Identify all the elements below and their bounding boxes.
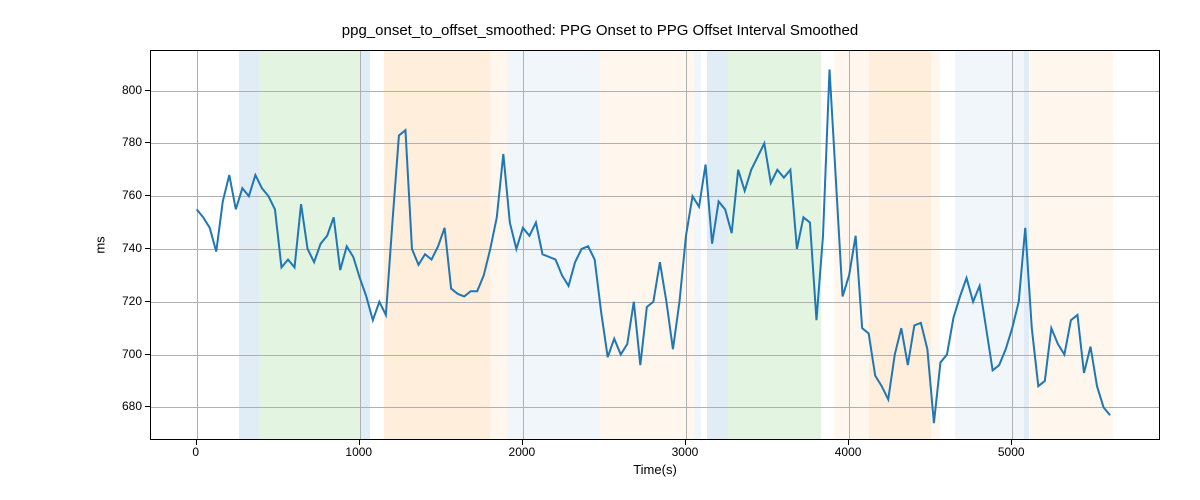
y-tick-label: 680 [122, 399, 142, 413]
y-tick-mark [145, 354, 150, 355]
y-tick-label: 800 [122, 83, 142, 97]
x-tick-label: 4000 [835, 445, 862, 459]
y-tick-mark [145, 195, 150, 196]
x-tick-mark [359, 440, 360, 445]
x-tick-mark [196, 440, 197, 445]
y-axis-label: ms [93, 236, 108, 253]
x-tick-label: 1000 [345, 445, 372, 459]
y-tick-label: 700 [122, 347, 142, 361]
y-tick-mark [145, 248, 150, 249]
x-axis-label: Time(s) [633, 462, 677, 477]
y-tick-label: 740 [122, 241, 142, 255]
chart-title: ppg_onset_to_offset_smoothed: PPG Onset … [342, 22, 858, 39]
x-tick-mark [848, 440, 849, 445]
y-tick-mark [145, 142, 150, 143]
x-tick-label: 5000 [998, 445, 1025, 459]
y-tick-mark [145, 90, 150, 91]
y-tick-mark [145, 406, 150, 407]
x-tick-mark [685, 440, 686, 445]
y-tick-label: 720 [122, 294, 142, 308]
y-tick-mark [145, 301, 150, 302]
x-tick-label: 2000 [509, 445, 536, 459]
x-tick-mark [1011, 440, 1012, 445]
y-tick-label: 780 [122, 135, 142, 149]
plot-area [150, 50, 1160, 440]
x-tick-label: 3000 [672, 445, 699, 459]
x-tick-mark [522, 440, 523, 445]
y-tick-label: 760 [122, 188, 142, 202]
line-series [151, 51, 1159, 439]
x-tick-label: 0 [192, 445, 199, 459]
